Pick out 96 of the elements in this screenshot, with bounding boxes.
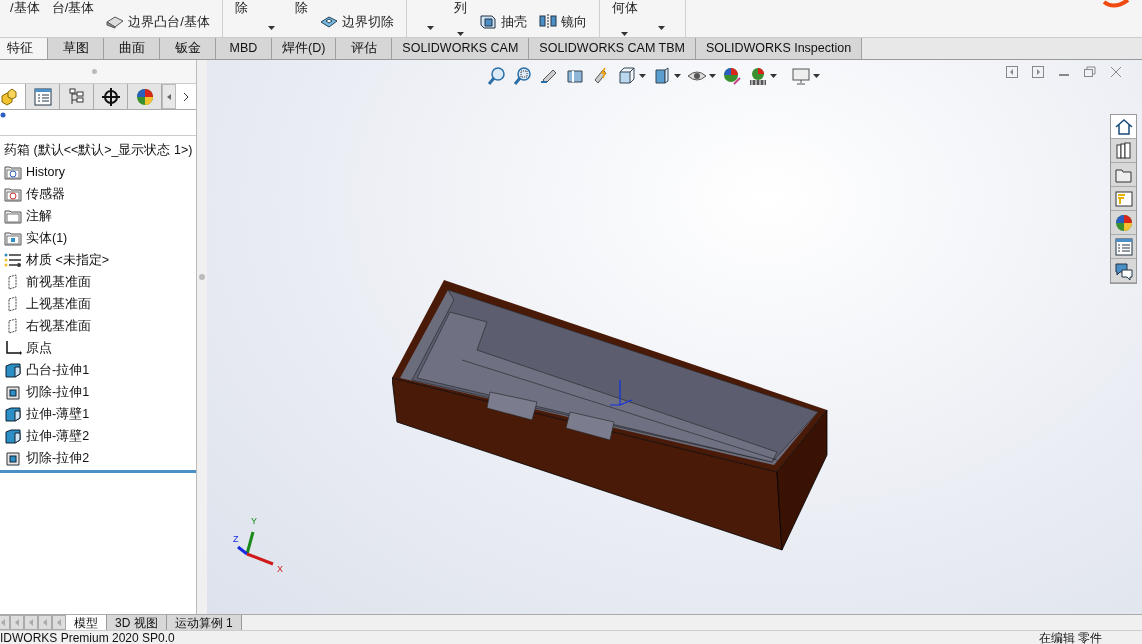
model-view-tab[interactable]: 3D 视图 bbox=[107, 615, 167, 630]
sensor-folder-icon bbox=[4, 186, 22, 202]
books-icon bbox=[1113, 140, 1134, 161]
tree-item[interactable]: 前视基准面 bbox=[4, 271, 196, 293]
task-pane-tab[interactable] bbox=[1111, 115, 1136, 139]
list-icon bbox=[33, 87, 52, 106]
close-icon[interactable] bbox=[1110, 66, 1122, 78]
color-ball-icon bbox=[135, 87, 154, 106]
panel-right-icon[interactable] bbox=[1032, 66, 1044, 78]
edit-appearance-icon[interactable] bbox=[722, 66, 742, 86]
task-pane-tab[interactable] bbox=[1111, 259, 1136, 283]
caret-icon[interactable] bbox=[426, 26, 434, 30]
tree-item[interactable]: 注解 bbox=[4, 205, 196, 227]
command-tab[interactable]: MBD bbox=[216, 38, 272, 59]
ribbon-tool-button[interactable]: 边界凸台/基体 bbox=[102, 11, 214, 31]
caret-icon[interactable] bbox=[657, 26, 665, 30]
caret-icon[interactable] bbox=[674, 74, 681, 78]
body-folder-icon bbox=[4, 230, 22, 246]
task-pane-tab[interactable] bbox=[1111, 139, 1136, 163]
caret-icon[interactable] bbox=[813, 74, 820, 78]
ribbon-tool-button[interactable]: 边界切除 bbox=[315, 11, 398, 31]
caret-icon[interactable] bbox=[639, 74, 646, 78]
tree-item[interactable]: 切除-拉伸2 bbox=[4, 447, 196, 469]
ribbon-button[interactable]: 台/基体 bbox=[47, 0, 99, 36]
tree-item[interactable]: 实体(1) bbox=[4, 227, 196, 249]
tree-item[interactable]: 拉伸-薄壁2 bbox=[4, 425, 196, 447]
tree-item[interactable]: History bbox=[4, 161, 196, 183]
caret-icon[interactable] bbox=[621, 32, 629, 36]
ribbon-button[interactable]: 列 bbox=[449, 0, 471, 36]
display-style-icon[interactable] bbox=[652, 66, 672, 86]
home-icon bbox=[1113, 116, 1134, 137]
cut-extrude-icon bbox=[4, 384, 22, 400]
tree-icon bbox=[67, 87, 86, 106]
command-tab[interactable]: 钣金 bbox=[160, 38, 216, 59]
origin-icon bbox=[4, 340, 22, 356]
scene-icon[interactable] bbox=[748, 66, 768, 86]
caret-icon[interactable] bbox=[267, 26, 275, 30]
crosshair-icon bbox=[101, 87, 120, 106]
left-arrow-icon bbox=[167, 93, 171, 100]
color-ball-icon bbox=[1113, 212, 1134, 233]
shell-icon bbox=[478, 13, 497, 30]
command-tab[interactable]: SOLIDWORKS CAM bbox=[392, 38, 530, 59]
y-axis-label: Y bbox=[251, 516, 257, 526]
extrude-icon bbox=[4, 428, 22, 444]
ribbon-button[interactable]: 何体 bbox=[607, 0, 642, 36]
graphics-viewport[interactable]: Y Z X bbox=[207, 60, 1142, 614]
command-tab[interactable]: 曲面 bbox=[104, 38, 160, 59]
command-tab[interactable]: SOLIDWORKS Inspection bbox=[696, 38, 863, 59]
caret-icon[interactable] bbox=[709, 74, 716, 78]
z-axis-label: Z bbox=[233, 534, 239, 544]
tree-item[interactable]: 原点 bbox=[4, 337, 196, 359]
restore-icon[interactable] bbox=[1084, 66, 1096, 78]
tree-item[interactable]: 凸台-拉伸1 bbox=[4, 359, 196, 381]
zoom-area-icon[interactable] bbox=[513, 66, 533, 86]
tree-item[interactable]: 右视基准面 bbox=[4, 315, 196, 337]
command-tab[interactable]: SOLIDWORKS CAM TBM bbox=[529, 38, 696, 59]
tree-item[interactable]: 材质 <未指定> bbox=[4, 249, 196, 271]
history-folder-icon bbox=[4, 164, 22, 180]
task-pane-tab[interactable] bbox=[1111, 211, 1136, 235]
model-view-tab[interactable]: 模型 bbox=[66, 615, 107, 630]
list-icon bbox=[1113, 236, 1134, 257]
cut-extrude-icon bbox=[4, 450, 22, 466]
cubes-icon bbox=[0, 87, 18, 106]
extrude-icon bbox=[4, 406, 22, 422]
part-name[interactable]: 药箱 (默认<<默认>_显示状态 1>) bbox=[4, 139, 196, 161]
x-axis-label: X bbox=[277, 564, 283, 574]
chat-bubbles-icon bbox=[1113, 260, 1134, 281]
caret-icon[interactable] bbox=[770, 74, 777, 78]
status-text: 在编辑 零件 bbox=[1038, 630, 1102, 644]
material-list-icon bbox=[4, 252, 22, 268]
command-tab[interactable]: 特征 bbox=[0, 38, 48, 59]
tree-item[interactable]: 传感器 bbox=[4, 183, 196, 205]
task-pane-tab[interactable] bbox=[1111, 235, 1136, 259]
extrude-icon bbox=[4, 362, 22, 378]
splitter-handle-icon[interactable] bbox=[199, 274, 205, 280]
splitter-handle-icon[interactable] bbox=[91, 69, 97, 74]
model-view-tab[interactable]: 运动算例 1 bbox=[166, 615, 242, 630]
tree-item[interactable]: 上视基准面 bbox=[4, 293, 196, 315]
filter-icon[interactable] bbox=[0, 112, 6, 118]
command-tab[interactable]: 草图 bbox=[48, 38, 104, 59]
command-tab[interactable]: 焊件(D) bbox=[272, 38, 337, 59]
ribbon-button[interactable]: 除 bbox=[290, 0, 312, 36]
ribbon-tool-button[interactable]: 镜向 bbox=[534, 11, 591, 31]
command-tab[interactable]: 评估 bbox=[336, 38, 393, 59]
mirror-icon bbox=[538, 13, 557, 30]
scroll-left-button[interactable] bbox=[162, 84, 176, 109]
view-orientation-icon[interactable] bbox=[617, 66, 637, 86]
status-text: IDWORKS Premium 2020 SP0.0 bbox=[0, 630, 175, 644]
tree-item[interactable]: 切除-拉伸1 bbox=[4, 381, 196, 403]
ribbon-button[interactable]: 除 bbox=[230, 0, 252, 36]
ribbon-tool-button[interactable]: 抽壳 bbox=[474, 11, 531, 31]
zoom-to-fit-icon[interactable] bbox=[487, 66, 507, 86]
panel-left-icon[interactable] bbox=[1006, 66, 1018, 78]
ribbon-button[interactable]: /基体 bbox=[6, 0, 44, 36]
tree-item[interactable]: 拉伸-薄壁1 bbox=[4, 403, 196, 425]
caret-icon[interactable] bbox=[456, 32, 464, 36]
